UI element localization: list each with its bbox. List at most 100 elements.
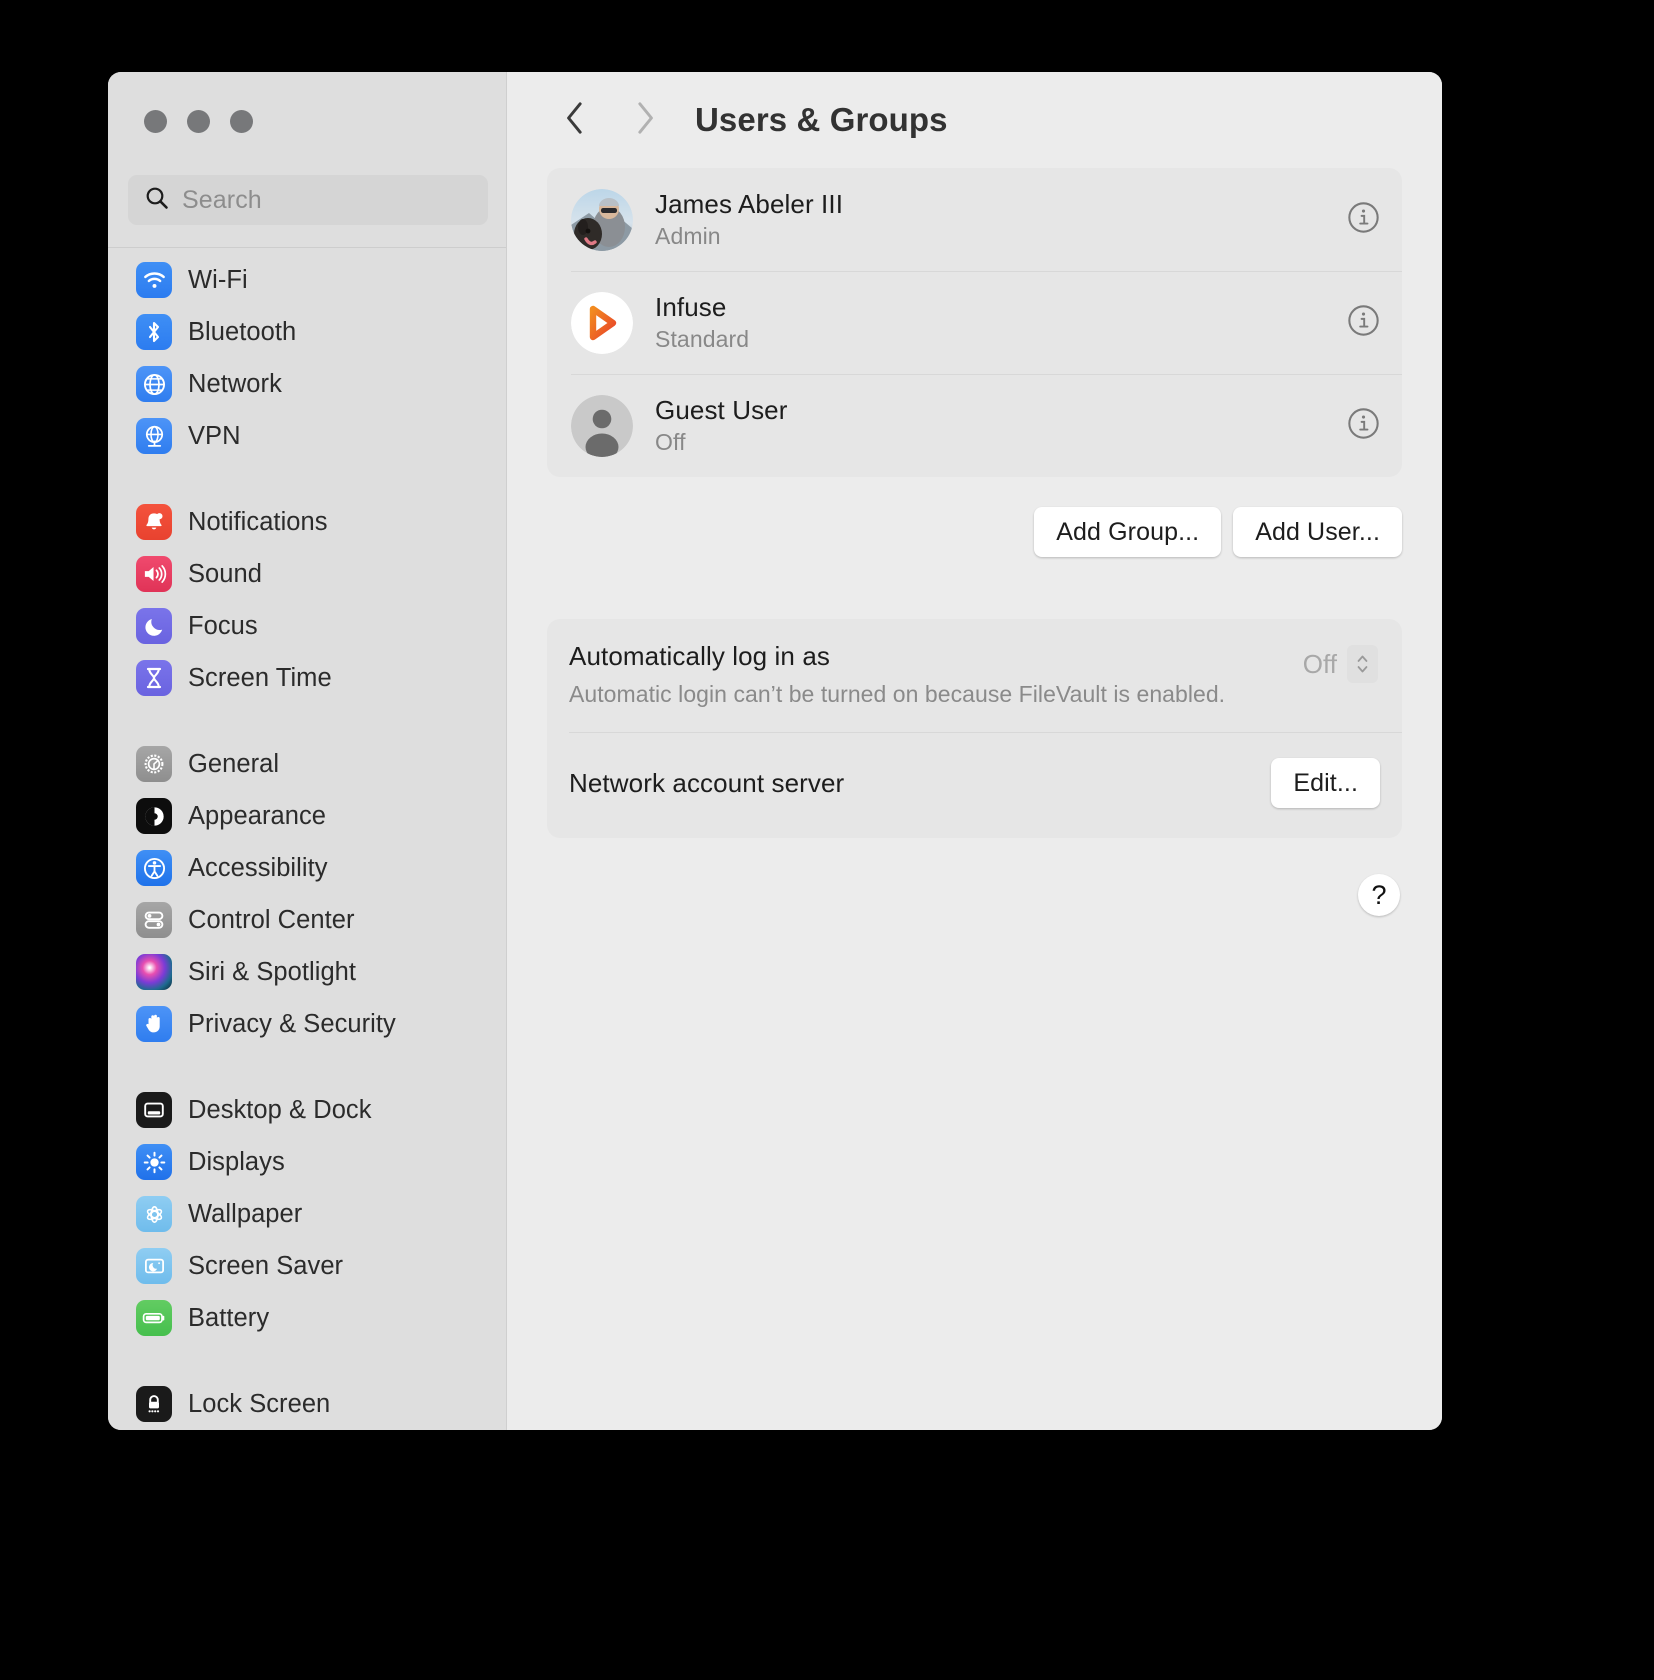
info-button[interactable] <box>1347 407 1380 445</box>
search-box[interactable]: Search <box>128 175 488 225</box>
sidebar-item-label: Control Center <box>188 905 355 934</box>
user-info: James Abeler III Admin <box>655 189 1347 250</box>
sidebar-item-label: Privacy & Security <box>188 1009 396 1038</box>
avatar <box>571 291 633 354</box>
sidebar-item-label: Screen Time <box>188 663 332 692</box>
flower-icon <box>136 1196 172 1232</box>
sidebar-item-screen-time[interactable]: Screen Time <box>122 652 492 704</box>
sidebar-item-label: General <box>188 749 280 778</box>
sidebar-item-label: Appearance <box>188 801 327 830</box>
auto-login-popup[interactable]: Off <box>1303 645 1378 683</box>
sidebar-item-focus[interactable]: Focus <box>122 600 492 652</box>
wifi-icon <box>136 262 172 298</box>
vpn-globe-icon <box>136 418 172 454</box>
sidebar-item-wi-fi[interactable]: Wi-Fi <box>122 254 492 306</box>
gear-icon <box>136 746 172 782</box>
search-field[interactable]: Search <box>128 175 488 225</box>
zoom-button[interactable] <box>230 110 253 133</box>
chevron-right-icon <box>633 100 657 141</box>
hourglass-icon <box>136 660 172 696</box>
sidebar: Search Wi-Fi Bluetooth Network VPN Notif… <box>108 72 507 1430</box>
info-icon <box>1347 407 1380 445</box>
sidebar-item-displays[interactable]: Displays <box>122 1136 492 1188</box>
toolbar: Users & Groups <box>507 72 1442 168</box>
sidebar-group-separator <box>122 462 492 496</box>
sidebar-nav: Wi-Fi Bluetooth Network VPN Notification… <box>108 254 506 1430</box>
sidebar-item-lock-screen[interactable]: Lock Screen <box>122 1378 492 1430</box>
sidebar-item-label: Lock Screen <box>188 1389 331 1418</box>
sidebar-item-label: Notifications <box>188 507 328 536</box>
network-account-text: Network account server <box>569 768 1271 799</box>
auto-login-value: Off <box>1302 648 1337 679</box>
sidebar-group-network: Wi-Fi Bluetooth Network VPN <box>122 254 492 462</box>
table-row[interactable]: Guest User Off <box>547 374 1402 477</box>
sidebar-item-label: Displays <box>188 1147 285 1176</box>
sidebar-item-sound[interactable]: Sound <box>122 548 492 600</box>
sidebar-item-wallpaper[interactable]: Wallpaper <box>122 1188 492 1240</box>
speaker-icon <box>136 556 172 592</box>
sidebar-item-accessibility[interactable]: Accessibility <box>122 842 492 894</box>
avatar <box>571 188 633 251</box>
info-button[interactable] <box>1347 201 1380 239</box>
edit-button[interactable]: Edit... <box>1271 758 1380 808</box>
sidebar-item-label: Battery <box>188 1303 270 1332</box>
auto-login-text: Automatically log in as Automatic login … <box>569 641 1303 708</box>
hand-icon <box>136 1006 172 1042</box>
sidebar-group-separator <box>122 704 492 738</box>
sidebar-item-notifications[interactable]: Notifications <box>122 496 492 548</box>
user-info: Infuse Standard <box>655 292 1347 353</box>
contrast-icon <box>136 798 172 834</box>
help-button[interactable]: ? <box>1358 874 1400 916</box>
minimize-button[interactable] <box>187 110 210 133</box>
sidebar-item-privacy-security[interactable]: Privacy & Security <box>122 998 492 1050</box>
user-actions: Add Group... Add User... <box>547 507 1402 557</box>
user-name: James Abeler III <box>655 189 844 219</box>
sidebar-item-bluetooth[interactable]: Bluetooth <box>122 306 492 358</box>
siri-orb-icon <box>136 954 172 990</box>
window-controls <box>144 110 253 133</box>
sidebar-item-general[interactable]: General <box>122 738 492 790</box>
info-icon <box>1347 201 1380 239</box>
users-list: James Abeler III Admin Infuse Standard G… <box>547 168 1402 477</box>
sidebar-group-security: Lock Screen <box>122 1378 492 1430</box>
user-name: Guest User <box>655 395 788 425</box>
sidebar-item-network[interactable]: Network <box>122 358 492 410</box>
sidebar-item-battery[interactable]: Battery <box>122 1292 492 1344</box>
info-icon <box>1347 304 1380 342</box>
sidebar-item-control-center[interactable]: Control Center <box>122 894 492 946</box>
sidebar-item-desktop-dock[interactable]: Desktop & Dock <box>122 1084 492 1136</box>
chevron-left-icon <box>563 100 587 141</box>
sidebar-item-label: Siri & Spotlight <box>188 957 357 986</box>
settings-window: Search Wi-Fi Bluetooth Network VPN Notif… <box>108 72 1442 1430</box>
back-button[interactable] <box>547 92 603 148</box>
auto-login-title: Automatically log in as <box>569 641 830 671</box>
close-button[interactable] <box>144 110 167 133</box>
table-row[interactable]: James Abeler III Admin <box>547 168 1402 271</box>
brightness-icon <box>136 1144 172 1180</box>
sidebar-group-separator <box>122 1050 492 1084</box>
globe-icon <box>136 366 172 402</box>
search-icon <box>144 185 170 216</box>
screensaver-icon <box>136 1248 172 1284</box>
bell-icon <box>136 504 172 540</box>
sidebar-group-alerts: Notifications Sound Focus Screen Time <box>122 496 492 704</box>
forward-button[interactable] <box>617 92 673 148</box>
sidebar-item-label: Wallpaper <box>188 1199 303 1228</box>
sidebar-item-label: Wi-Fi <box>188 265 248 294</box>
network-account-row: Network account server Edit... <box>547 732 1402 838</box>
sidebar-item-label: Focus <box>188 611 258 640</box>
sidebar-item-siri-spotlight[interactable]: Siri & Spotlight <box>122 946 492 998</box>
help-row: ? <box>547 874 1402 916</box>
bluetooth-icon <box>136 314 172 350</box>
sidebar-item-screen-saver[interactable]: Screen Saver <box>122 1240 492 1292</box>
info-button[interactable] <box>1347 304 1380 342</box>
user-info: Guest User Off <box>655 395 1347 456</box>
table-row[interactable]: Infuse Standard <box>547 271 1402 374</box>
add-group-button[interactable]: Add Group... <box>1034 507 1222 557</box>
sidebar-item-appearance[interactable]: Appearance <box>122 790 492 842</box>
sidebar-item-label: Accessibility <box>188 853 328 882</box>
add-user-button[interactable]: Add User... <box>1233 507 1402 557</box>
sidebar-divider <box>108 247 506 248</box>
sidebar-group-display: Desktop & Dock Displays Wallpaper Screen… <box>122 1084 492 1344</box>
sidebar-item-vpn[interactable]: VPN <box>122 410 492 462</box>
